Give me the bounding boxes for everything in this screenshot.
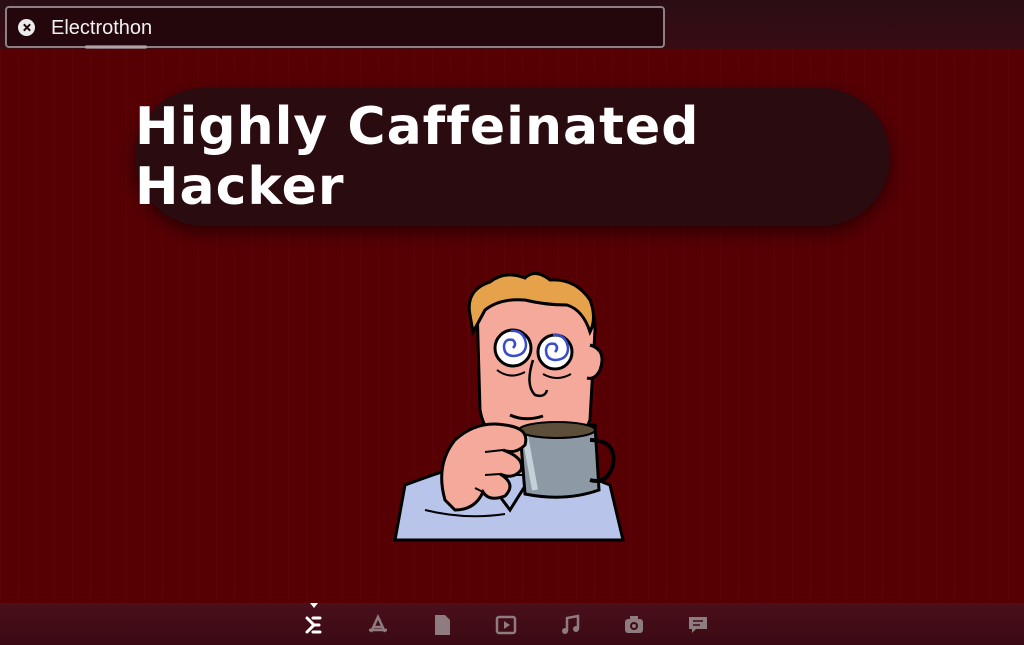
top-bar: Electrothon — [0, 0, 1024, 50]
page-heading: Highly Caffeinated Hacker — [135, 97, 700, 217]
window-tab[interactable]: Electrothon — [5, 6, 665, 49]
window-title: Electrothon — [51, 17, 153, 39]
document-icon[interactable] — [426, 609, 458, 641]
title-underline — [85, 45, 147, 49]
dock — [0, 603, 1024, 645]
close-icon[interactable] — [18, 19, 35, 36]
app-store-icon[interactable] — [362, 609, 394, 641]
chat-icon[interactable] — [682, 609, 714, 641]
active-app-indicator — [310, 603, 318, 608]
video-icon[interactable] — [490, 609, 522, 641]
camera-icon[interactable] — [618, 609, 650, 641]
heading-pill: Highly Caffeinated Hacker — [135, 88, 890, 226]
launcher-icon[interactable] — [298, 609, 330, 641]
caffeinated-hacker-illustration — [393, 272, 625, 542]
music-icon[interactable] — [554, 609, 586, 641]
